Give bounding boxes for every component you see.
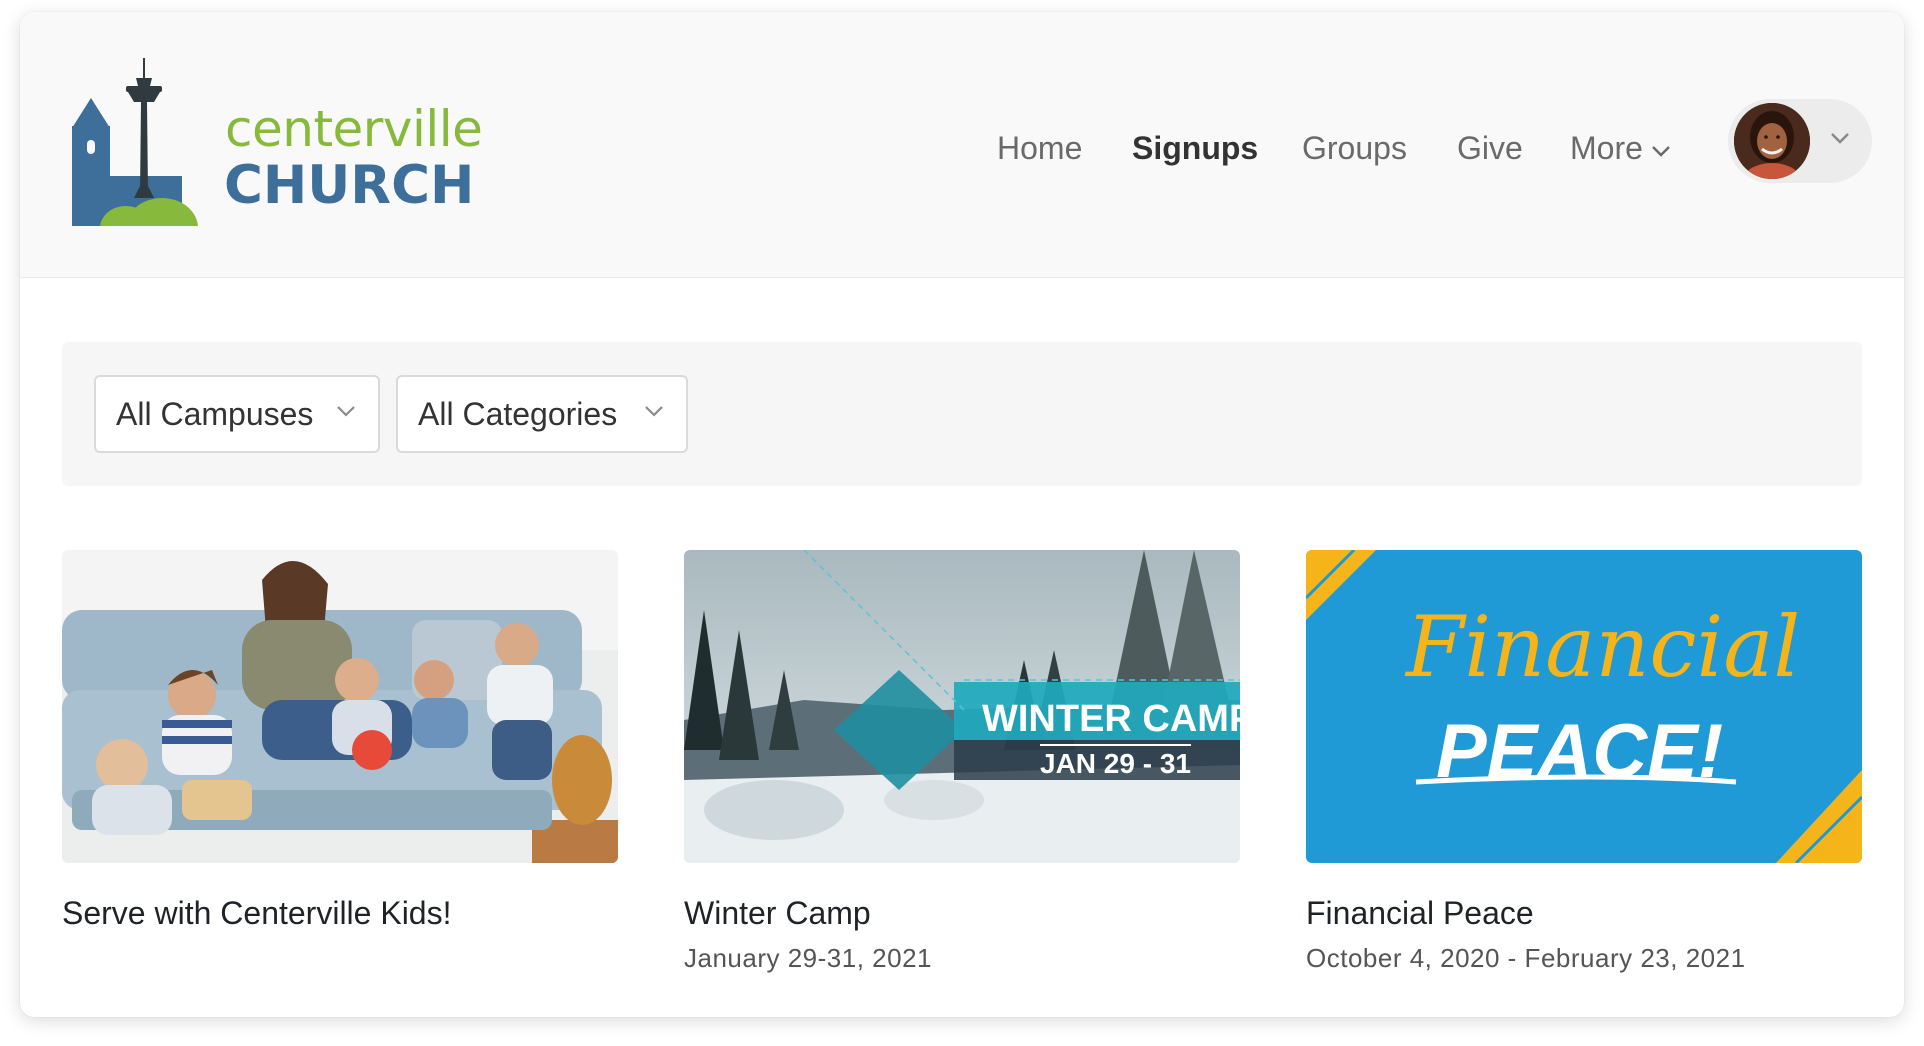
- category-select[interactable]: All Categories: [396, 375, 688, 453]
- nav-more[interactable]: More: [1570, 128, 1671, 168]
- winter-camp-banner-dates: JAN 29 - 31: [1040, 744, 1191, 780]
- card-title[interactable]: Winter Camp: [684, 893, 1240, 933]
- nav-more-label: More: [1570, 130, 1643, 166]
- filter-bar: All Campuses All Categories: [62, 342, 1862, 486]
- financial-peace-banner-script: Financial: [1406, 598, 1801, 696]
- category-select-value: All Categories: [418, 396, 618, 432]
- card-date: January 29-31, 2021: [684, 943, 933, 973]
- chevron-down-icon: [645, 406, 663, 417]
- winter-camp-banner[interactable]: WINTER CAMP JAN 29 - 31: [684, 550, 1240, 863]
- card-title[interactable]: Serve with Centerville Kids!: [62, 893, 618, 933]
- financial-peace-banner-title: PEACE!: [1436, 709, 1724, 794]
- financial-peace-banner[interactable]: Financial PEACE!: [1306, 550, 1862, 863]
- signup-card[interactable]: WINTER CAMP JAN 29 - 31 Winter Camp Janu…: [684, 550, 1240, 975]
- main-nav: Home Signups Groups Give More: [20, 128, 1904, 168]
- chevron-down-icon: [1652, 145, 1670, 157]
- chevron-down-icon: [337, 406, 355, 417]
- chevron-down-icon: [1831, 133, 1849, 144]
- user-menu-button[interactable]: [1728, 99, 1872, 183]
- card-date: October 4, 2020 - February 23, 2021: [1306, 943, 1746, 973]
- nav-give[interactable]: Give: [1457, 128, 1523, 168]
- user-avatar: [1734, 103, 1810, 179]
- campus-select-value: All Campuses: [116, 396, 314, 432]
- campus-select[interactable]: All Campuses: [94, 375, 380, 453]
- nav-home[interactable]: Home: [997, 128, 1082, 168]
- site-header: centerville CHURCH Home Signups Groups G…: [20, 12, 1904, 278]
- winter-camp-banner-title: WINTER CAMP: [982, 698, 1240, 740]
- nav-groups[interactable]: Groups: [1302, 128, 1407, 168]
- app-window: centerville CHURCH Home Signups Groups G…: [20, 12, 1904, 1017]
- card-title[interactable]: Financial Peace: [1306, 893, 1862, 933]
- nav-signups[interactable]: Signups: [1132, 128, 1258, 168]
- family-on-couch-photo[interactable]: [62, 550, 618, 863]
- signup-card[interactable]: Serve with Centerville Kids!: [62, 550, 618, 933]
- signup-card[interactable]: Financial PEACE! Financial Peace October…: [1306, 550, 1862, 975]
